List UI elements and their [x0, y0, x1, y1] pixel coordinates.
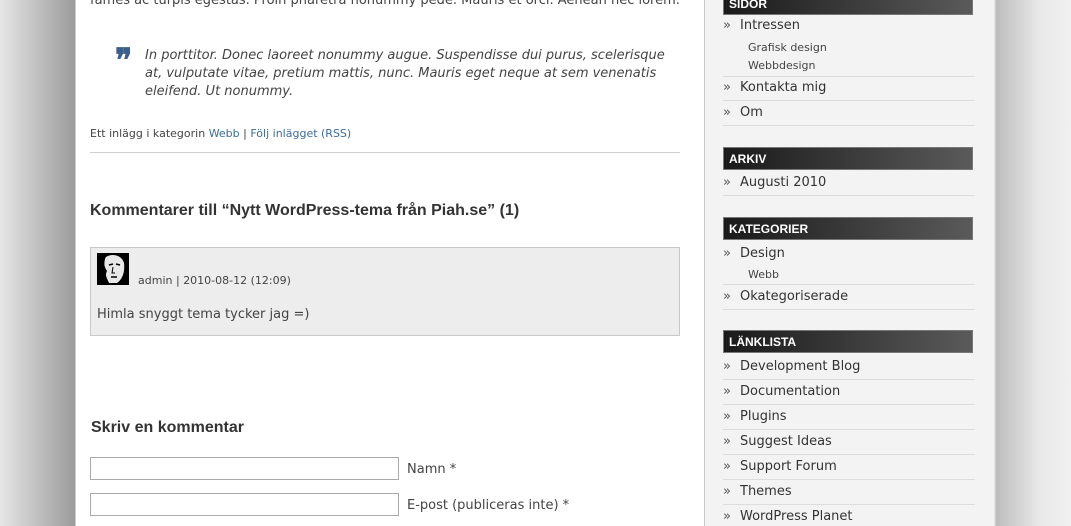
arrow-icon: » — [723, 289, 731, 304]
sidebar-item-okategoriserade[interactable]: » Okategoriserade — [723, 289, 975, 310]
sidebar-item-augusti-2010[interactable]: » Augusti 2010 — [723, 175, 975, 196]
arrow-icon: » — [723, 409, 731, 424]
sidebar-link-support-forum[interactable]: » Support Forum — [723, 459, 975, 480]
comment-author: admin — [138, 274, 173, 287]
arrow-icon: » — [723, 459, 731, 474]
arrow-icon: » — [723, 105, 731, 120]
sidebar-item-label: Augusti 2010 — [740, 175, 827, 190]
arrow-icon: » — [723, 246, 731, 261]
arrow-icon: » — [723, 359, 731, 374]
post-body-text: fames ac turpis egestas. Proin pharetra … — [90, 0, 680, 8]
quote-text: In porttitor. Donec laoreet nonummy augu… — [145, 48, 665, 99]
comment-date: 2010-08-12 (12:09) — [183, 274, 291, 287]
sidebar-link-plugins[interactable]: » Plugins — [723, 409, 975, 430]
sidebar-item-om[interactable]: » Om — [723, 105, 975, 126]
sidebar-heading-links: LÄNKLISTA — [723, 330, 973, 353]
avatar — [97, 253, 129, 285]
sidebar-item-label: Design — [740, 246, 785, 261]
arrow-icon: » — [723, 509, 731, 524]
sidebar-item-label: Themes — [740, 484, 792, 499]
sidebar-item-kontakta-mig[interactable]: » Kontakta mig — [723, 80, 975, 101]
arrow-icon: » — [723, 484, 731, 499]
arrow-icon: » — [723, 18, 731, 33]
sidebar-heading-categories: KATEGORIER — [723, 217, 973, 240]
sidebar-item-label: Plugins — [740, 409, 787, 424]
quote-icon: ❞ — [115, 41, 133, 79]
comment-text: Himla snyggt tema tycker jag =) — [97, 307, 310, 322]
sidebar-subitem-webb[interactable]: Webb — [748, 268, 779, 281]
email-label: E-post (publiceras inte) * — [407, 498, 570, 513]
sidebar-item-label: Suggest Ideas — [740, 434, 832, 449]
comment-separator: | — [175, 274, 180, 287]
sidebar-item-label: Development Blog — [740, 359, 861, 374]
sidebar-heading-pages: SIDOR — [723, 0, 973, 15]
arrow-icon: » — [723, 80, 731, 95]
sidebar-link-suggest-ideas[interactable]: » Suggest Ideas — [723, 434, 975, 455]
sidebar-item-label: WordPress Planet — [740, 509, 853, 524]
category-link[interactable]: Webb — [209, 127, 240, 140]
sidebar-heading-archive: ARKIV — [723, 147, 973, 170]
comment: admin | 2010-08-12 (12:09) Himla snyggt … — [90, 247, 680, 336]
sidebar-link-wordpress-planet[interactable]: » WordPress Planet — [723, 509, 975, 526]
name-field[interactable] — [90, 457, 399, 480]
rss-link[interactable]: Följ inlägget (RSS) — [250, 127, 351, 140]
arrow-icon: » — [723, 384, 731, 399]
sidebar-item-label: Intressen — [740, 18, 801, 33]
post-meta: Ett inlägg i kategorin Webb | Följ inläg… — [90, 127, 351, 140]
sidebar-item-label: Okategoriserade — [740, 289, 849, 304]
meta-separator: | — [243, 127, 247, 140]
divider — [90, 152, 680, 153]
sidebar: SIDOR » Intressen Grafisk design Webbdesi… — [705, 0, 994, 526]
sidebar-item-label: Documentation — [740, 384, 841, 399]
main-content: fames ac turpis egestas. Proin pharetra … — [77, 0, 705, 526]
sidebar-item-label: Support Forum — [740, 459, 837, 474]
sidebar-item-label: Om — [740, 105, 763, 120]
name-label: Namn * — [407, 462, 457, 477]
meta-prefix: Ett inlägg i kategorin — [90, 127, 206, 140]
email-field[interactable] — [90, 493, 399, 516]
comments-title: Kommentarer till “Nytt WordPress-tema fr… — [90, 202, 520, 219]
comment-meta: admin | 2010-08-12 (12:09) — [138, 274, 291, 287]
sidebar-link-documentation[interactable]: » Documentation — [723, 384, 975, 405]
sidebar-subitem-grafisk-design[interactable]: Grafisk design — [748, 41, 827, 54]
arrow-icon: » — [723, 175, 731, 190]
sidebar-link-themes[interactable]: » Themes — [723, 484, 975, 505]
sidebar-item-label: Kontakta mig — [740, 80, 827, 95]
sidebar-link-development-blog[interactable]: » Development Blog — [723, 359, 975, 380]
write-comment-title: Skriv en kommentar — [91, 419, 244, 436]
sidebar-subitem-webbdesign[interactable]: Webbdesign — [748, 59, 815, 72]
arrow-icon: » — [723, 434, 731, 449]
